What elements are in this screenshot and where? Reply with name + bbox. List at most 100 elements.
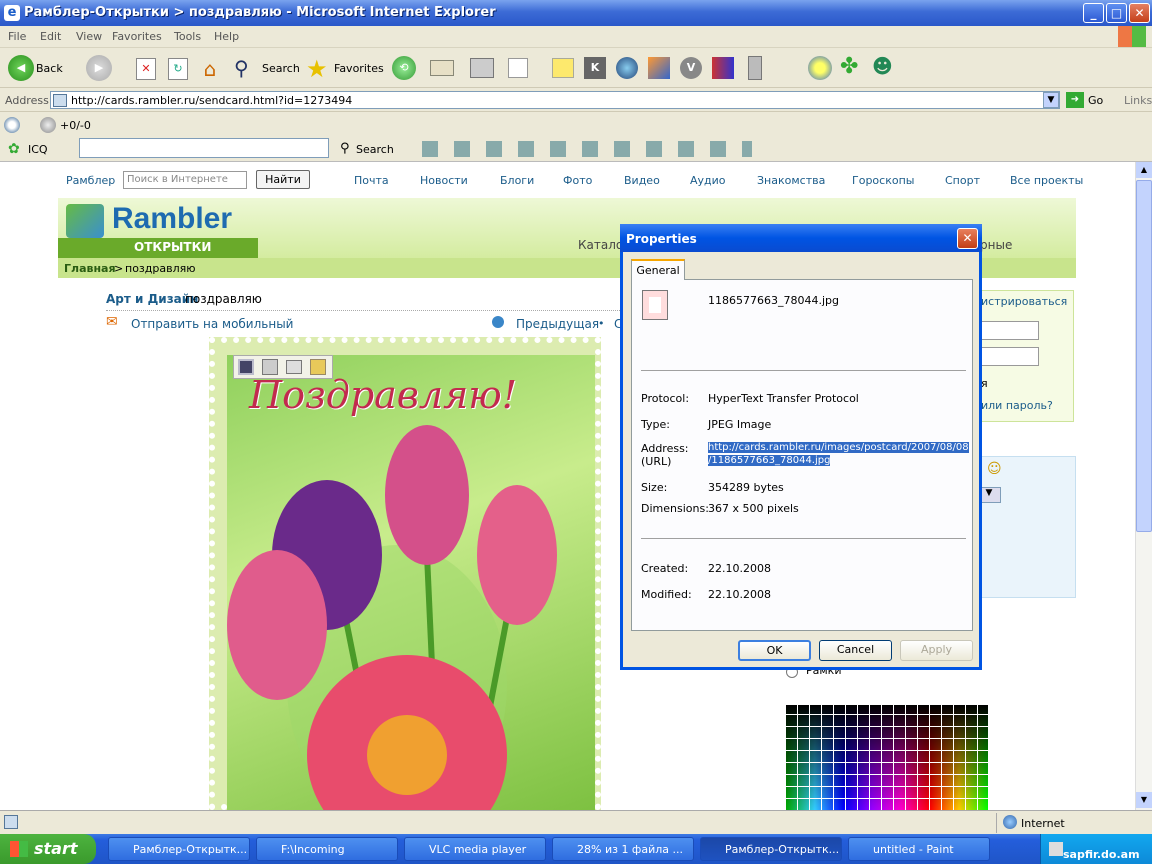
rambler-logo[interactable]: Rambler — [112, 202, 232, 236]
taskbar-item-folder[interactable]: F:\Incoming — [256, 837, 398, 861]
clover-icon[interactable]: ✤ — [840, 54, 858, 79]
nav-horoscopes[interactable]: Гороскопы — [852, 174, 914, 187]
history-icon[interactable]: ⟲ — [392, 56, 416, 80]
book-icon[interactable] — [712, 57, 734, 79]
go-arrow-icon[interactable]: ➜ — [1066, 92, 1084, 108]
stop-icon[interactable]: ✕ — [136, 58, 156, 80]
address-line-1[interactable]: http://cards.rambler.ru/images/postcard/… — [708, 442, 969, 453]
print-image-icon[interactable] — [262, 359, 278, 375]
nav-sport[interactable]: Спорт — [945, 174, 980, 187]
address-input[interactable]: http://cards.rambler.ru/sendcard.html?id… — [50, 91, 1060, 109]
taskbar-item-firefox-1[interactable]: Рамблер-Открытк... — [108, 837, 250, 861]
refresh-icon[interactable]: ↻ — [168, 58, 188, 80]
ok-button[interactable]: OK — [738, 640, 811, 661]
taskbar-item-vlc[interactable]: VLC media player — [404, 837, 546, 861]
links-label[interactable]: Links — [1124, 94, 1152, 107]
toolbar-logo-icon[interactable] — [4, 117, 20, 133]
maximize-button[interactable]: □ — [1106, 3, 1127, 23]
favorites-button-label[interactable]: Favorites — [334, 62, 384, 75]
site-search-button[interactable]: Найти — [256, 170, 310, 189]
k-icon[interactable]: K — [584, 57, 606, 79]
nav-dating[interactable]: Знакомства — [757, 174, 825, 187]
go-button[interactable]: Go — [1088, 94, 1103, 107]
cancel-button[interactable]: Cancel — [819, 640, 892, 661]
counter-text[interactable]: +0/-0 — [60, 119, 91, 132]
breadcrumb-home[interactable]: Главная — [64, 262, 116, 275]
nav-rambler[interactable]: Рамблер — [66, 174, 115, 187]
home-icon[interactable]: ⌂ — [198, 57, 222, 81]
color-palette[interactable] — [786, 705, 988, 810]
folder-image-icon[interactable] — [310, 359, 326, 375]
taskbar-item-paint[interactable]: untitled - Paint — [848, 837, 990, 861]
postcard-image[interactable] — [227, 355, 595, 810]
prev-arrow-icon[interactable] — [492, 316, 504, 328]
back-button-label[interactable]: Back — [36, 62, 63, 75]
start-label: start — [34, 839, 78, 858]
search-button-label[interactable]: Search — [262, 62, 300, 75]
modified-value: 22.10.2008 — [708, 588, 771, 601]
menu-file[interactable]: File — [8, 30, 26, 43]
tray-icon[interactable] — [1049, 842, 1063, 856]
globe-icon[interactable] — [808, 56, 832, 80]
v-icon[interactable]: V — [680, 57, 702, 79]
phone-icon[interactable] — [748, 56, 762, 80]
search-icon[interactable]: ⚲ — [234, 56, 258, 80]
app-icon[interactable] — [616, 57, 638, 79]
mail-icon[interactable] — [430, 60, 454, 76]
smiley-icon[interactable]: ☺ — [987, 461, 1002, 477]
size-label: Size: — [641, 481, 668, 494]
scroll-up-icon[interactable]: ▲ — [1136, 162, 1152, 178]
toolbar-icons-strip[interactable] — [422, 141, 752, 157]
users-icon[interactable]: ☻ — [872, 54, 893, 78]
register-link[interactable]: истрироваться — [981, 295, 1067, 308]
menu-tools[interactable]: Tools — [174, 30, 201, 43]
address-dropdown-icon[interactable]: ▼ — [1043, 92, 1059, 108]
forward-arrow-icon[interactable]: ▶ — [86, 55, 112, 81]
nav-blogs[interactable]: Блоги — [500, 174, 534, 187]
taskbar-item-ie[interactable]: Рамблер-Открытк... — [700, 837, 842, 861]
forgot-password-link[interactable]: или пароль? — [981, 399, 1053, 412]
menu-help[interactable]: Help — [214, 30, 239, 43]
address-line-2[interactable]: /1186577663_78044.jpg — [708, 455, 831, 466]
password-field[interactable] — [981, 347, 1039, 366]
close-button[interactable]: ✕ — [1129, 3, 1150, 23]
login-field[interactable] — [981, 321, 1039, 340]
tab-general[interactable]: General — [631, 259, 685, 280]
nav-mail[interactable]: Почта — [354, 174, 389, 187]
save-image-icon[interactable] — [238, 359, 254, 375]
edit-icon[interactable] — [508, 58, 528, 78]
notes-icon[interactable] — [552, 58, 574, 78]
icq-search-icon[interactable]: ⚲ — [340, 141, 350, 156]
page-scrollbar[interactable]: ▲ ▼ — [1135, 162, 1152, 810]
scroll-down-icon[interactable]: ▼ — [1136, 792, 1152, 808]
nav-video[interactable]: Видео — [624, 174, 660, 187]
scroll-thumb[interactable] — [1136, 180, 1152, 532]
messenger-icon[interactable] — [648, 57, 670, 79]
nav-all-projects[interactable]: Все проекты — [1010, 174, 1083, 187]
logo-sub-band: ОТКРЫТКИ — [58, 238, 258, 258]
taskbar-item-download[interactable]: 28% из 1 файла ... — [552, 837, 694, 861]
address-bar: Address http://cards.rambler.ru/sendcard… — [0, 88, 1152, 112]
favorites-star-icon[interactable]: ★ — [306, 55, 328, 83]
back-arrow-icon[interactable]: ◀ — [8, 55, 34, 81]
menu-edit[interactable]: Edit — [40, 30, 61, 43]
menu-favorites[interactable]: Favorites — [112, 30, 162, 43]
nav-news[interactable]: Новости — [420, 174, 468, 187]
nav-audio[interactable]: Аудио — [690, 174, 726, 187]
minimize-button[interactable]: _ — [1083, 3, 1104, 23]
tab-catalog[interactable]: Катало — [578, 238, 623, 252]
type-value: JPEG Image — [708, 418, 772, 431]
icq-label[interactable]: ICQ — [28, 143, 48, 156]
icq-search-input[interactable] — [79, 138, 329, 158]
apply-button[interactable]: Apply — [900, 640, 973, 661]
site-search-input[interactable]: Поиск в Интернете — [123, 171, 247, 189]
print-icon[interactable] — [470, 58, 494, 78]
prev-link[interactable]: Предыдущая — [516, 317, 599, 331]
nav-photo[interactable]: Фото — [563, 174, 592, 187]
menu-view[interactable]: View — [76, 30, 102, 43]
icq-search-button[interactable]: Search — [356, 143, 394, 156]
dialog-close-button[interactable]: ✕ — [957, 228, 978, 249]
tab-partial[interactable]: рные — [980, 238, 1012, 252]
mail-image-icon[interactable] — [286, 360, 302, 374]
send-mobile-link[interactable]: Отправить на мобильный — [131, 317, 293, 331]
